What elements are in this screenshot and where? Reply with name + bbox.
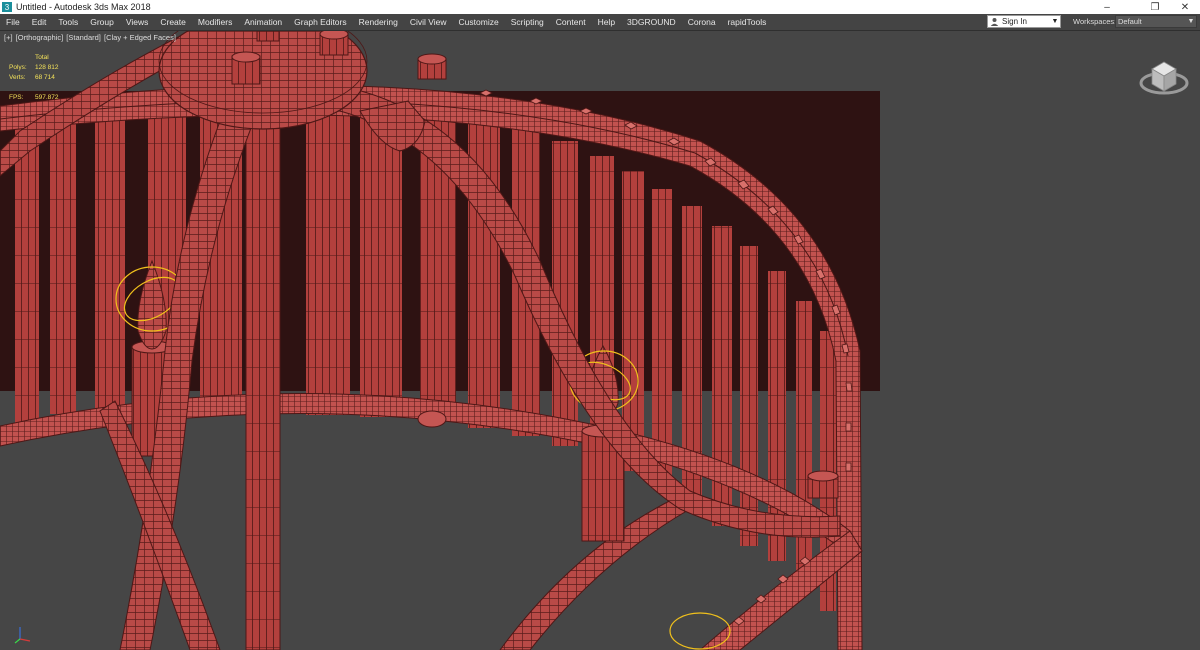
verts-label: Verts: (9, 74, 26, 81)
polys-value: 128 812 (35, 64, 59, 71)
minimize-button[interactable]: – (1094, 0, 1120, 14)
sign-in-dropdown[interactable]: Sign In ▼ (987, 15, 1061, 28)
title-bar: 3 Untitled - Autodesk 3ds Max 2018 – ❐ ✕ (0, 0, 1200, 14)
app-icon: 3 (2, 2, 12, 12)
menu-tools[interactable]: Tools (52, 14, 84, 30)
gazebo-3d-model[interactable] (0, 31, 1200, 650)
sign-in-label: Sign In (1002, 17, 1027, 26)
menu-animation[interactable]: Animation (238, 14, 288, 30)
menu-views[interactable]: Views (120, 14, 155, 30)
workspace-value: Default (1118, 17, 1142, 26)
menu-3dground[interactable]: 3DGROUND (621, 14, 682, 30)
verts-value: 68 714 (35, 74, 55, 81)
menu-corona[interactable]: Corona (682, 14, 722, 30)
workspace-select[interactable]: Default ▼ (1115, 15, 1197, 28)
viewcube-icon[interactable] (1138, 49, 1190, 97)
menu-civil-view[interactable]: Civil View (404, 14, 453, 30)
menu-items: File Edit Tools Group Views Create Modifiers An… (0, 14, 772, 30)
window-title: Untitled - Autodesk 3ds Max 2018 (16, 2, 151, 12)
fps-label: FPS: (9, 94, 24, 101)
menu-modifiers[interactable]: Modifiers (192, 14, 238, 30)
menu-group[interactable]: Group (84, 14, 120, 30)
chevron-down-icon: ▼ (1051, 18, 1059, 25)
workspaces-label: Workspaces: (1073, 17, 1117, 26)
perspective-viewport[interactable]: [+] [Orthographic] [Standard] [Clay + Ed… (0, 31, 1200, 650)
menu-edit[interactable]: Edit (26, 14, 53, 30)
menu-customize[interactable]: Customize (453, 14, 505, 30)
maximize-button[interactable]: ❐ (1142, 0, 1168, 14)
viewport-point-of-view[interactable]: [Orthographic] (16, 33, 64, 42)
viewport-standard[interactable]: [Standard] (66, 33, 101, 42)
menu-create[interactable]: Create (154, 14, 192, 30)
menu-scripting[interactable]: Scripting (505, 14, 550, 30)
menu-rendering[interactable]: Rendering (353, 14, 404, 30)
axis-tripod-icon (14, 627, 31, 644)
menu-file[interactable]: File (0, 14, 26, 30)
viewport-label[interactable]: [+] [Orthographic] [Standard] [Clay + Ed… (4, 33, 177, 42)
menu-graph-editors[interactable]: Graph Editors (288, 14, 352, 30)
menu-help[interactable]: Help (592, 14, 621, 30)
stats-header: Total (35, 54, 49, 61)
user-icon (988, 16, 1000, 27)
chevron-down-icon: ▼ (1187, 18, 1195, 25)
viewport-shading[interactable]: [Clay + Edged Faces] (104, 33, 176, 42)
menu-rapidtools[interactable]: rapidTools (722, 14, 773, 30)
svg-text:3: 3 (5, 3, 10, 12)
viewport-menu-plus[interactable]: [+] (4, 33, 13, 42)
menu-bar: File Edit Tools Group Views Create Modifiers An… (0, 14, 1200, 31)
close-button[interactable]: ✕ (1172, 0, 1198, 14)
polys-label: Polys: (9, 64, 27, 71)
menu-content[interactable]: Content (550, 14, 592, 30)
fps-value: 597.872 (35, 94, 59, 101)
